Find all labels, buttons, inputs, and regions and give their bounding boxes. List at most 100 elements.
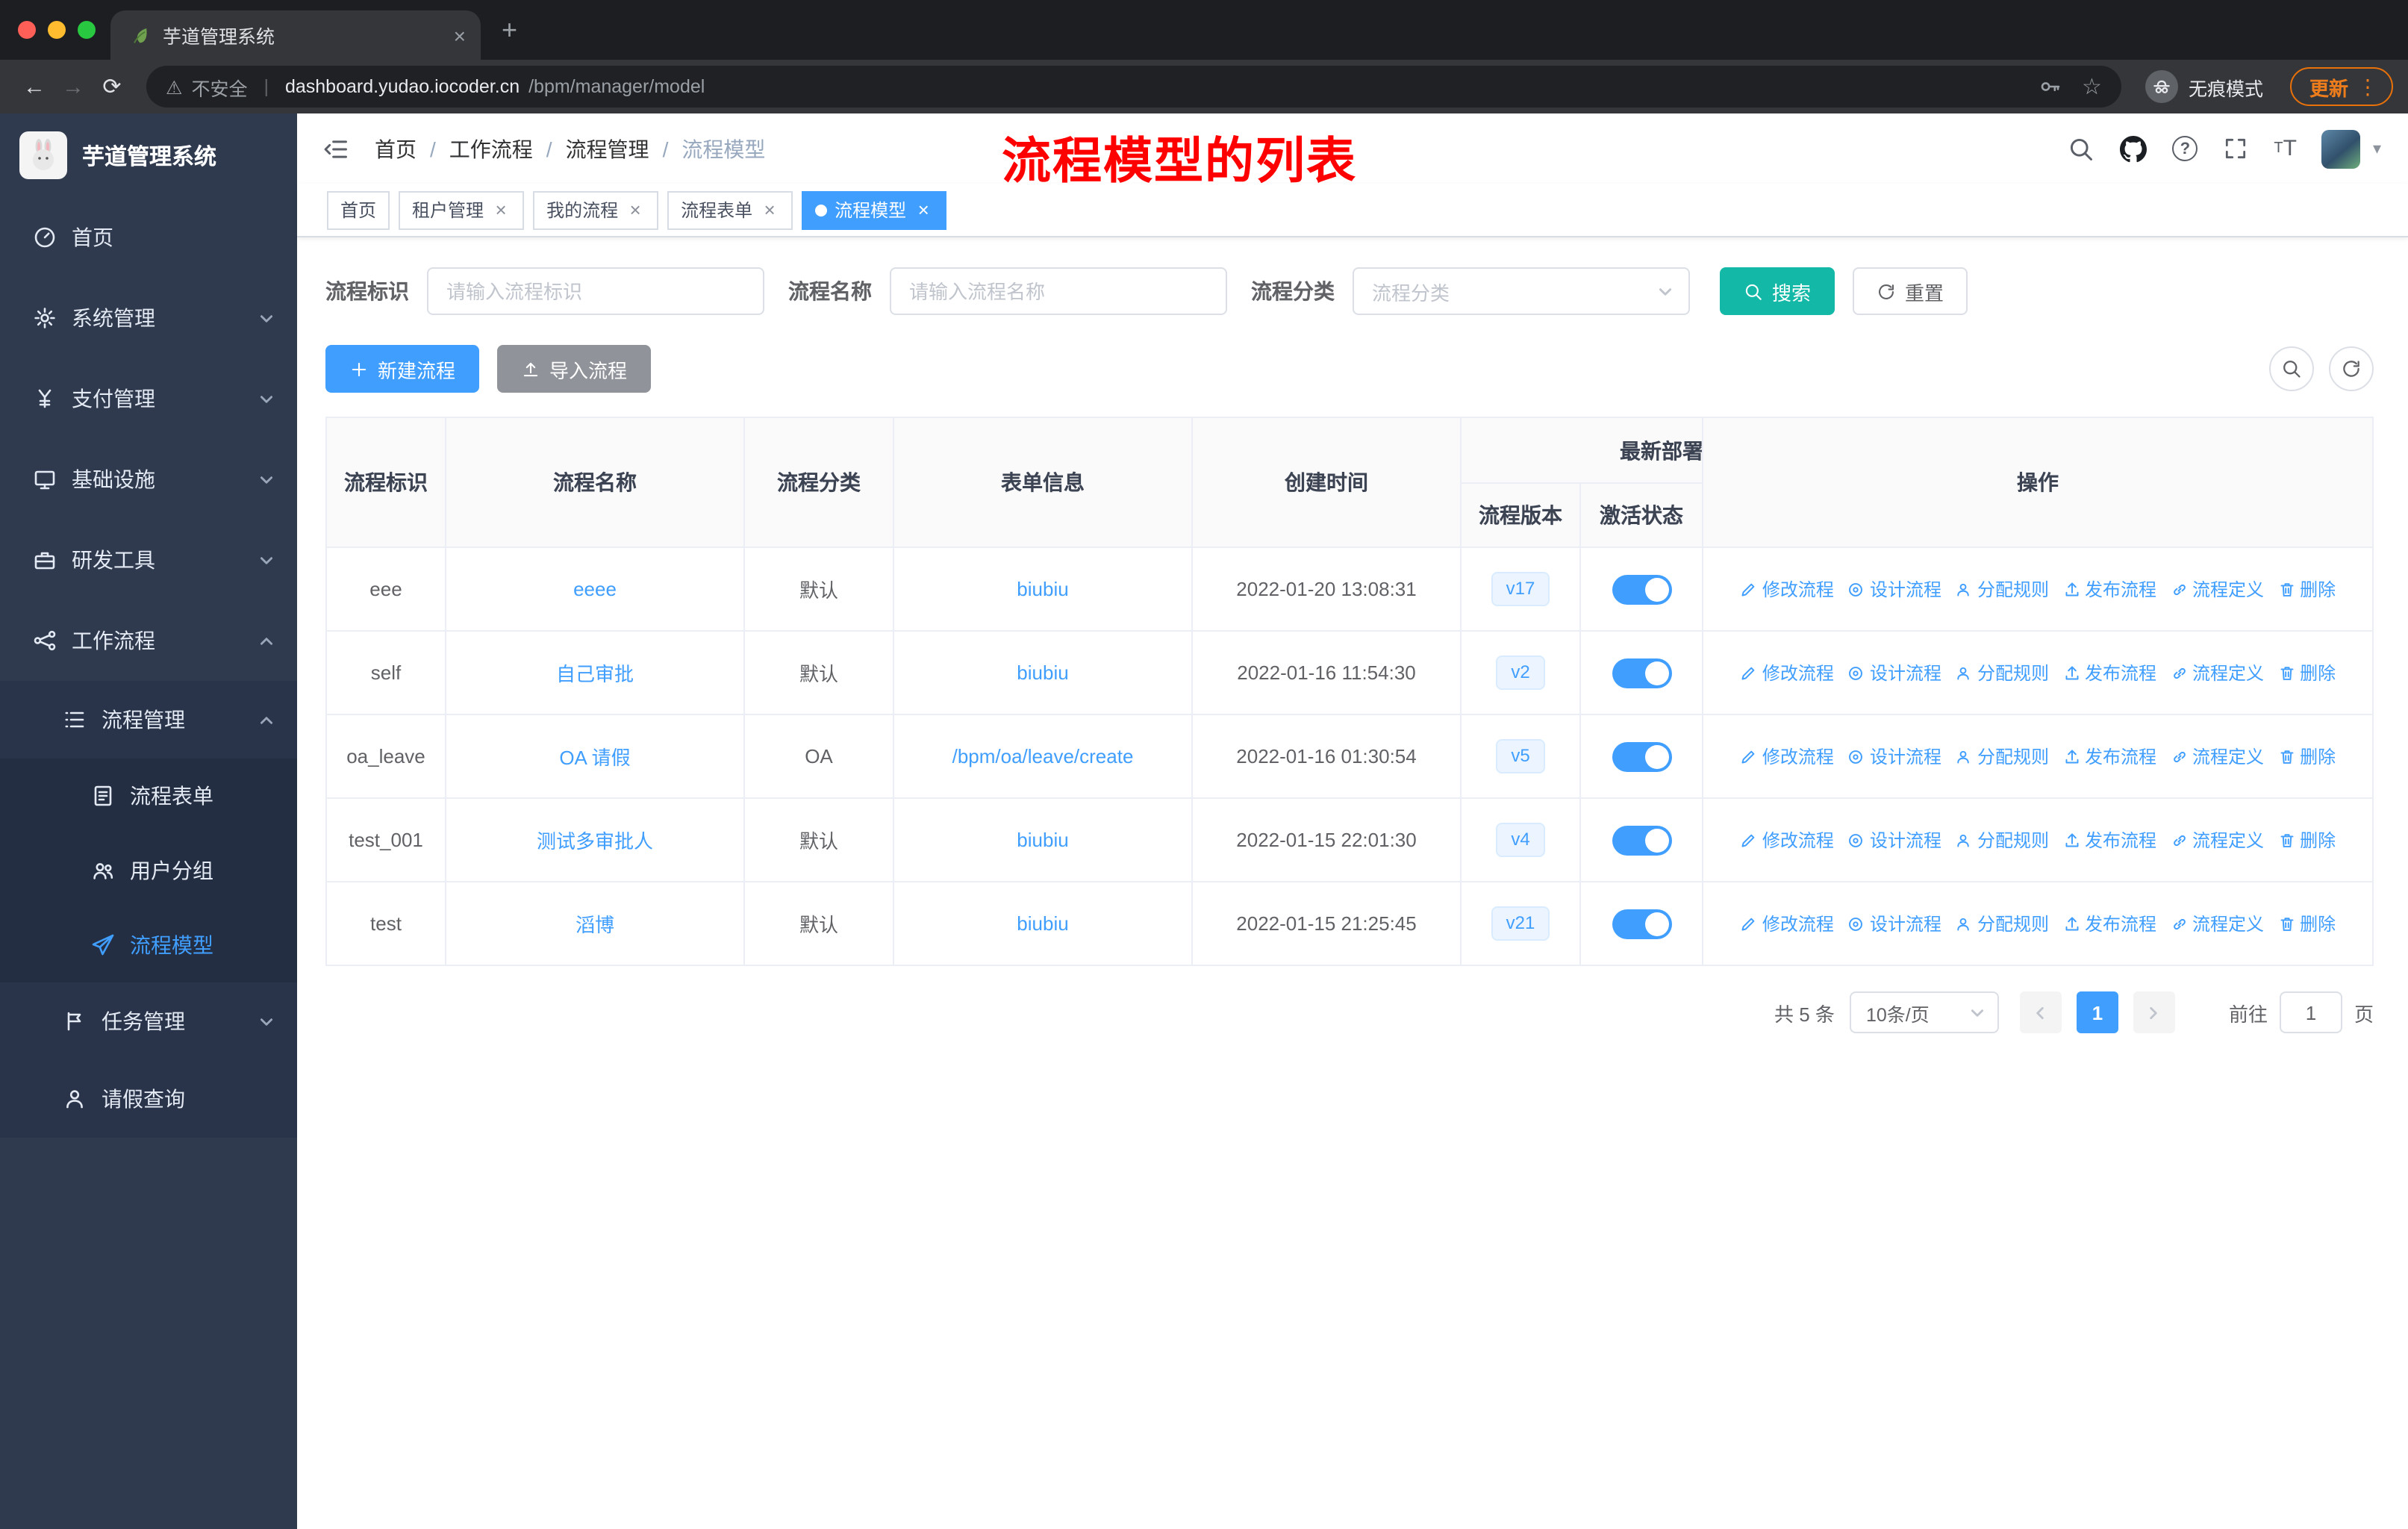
action-design-process[interactable]: 设计流程 [1847,576,1941,602]
process-key-input[interactable] [427,267,764,315]
bookmark-star-icon[interactable]: ☆ [2082,75,2102,98]
action-publish-process[interactable]: 发布流程 [2062,576,2156,602]
forward-icon[interactable]: → [54,74,93,99]
active-toggle[interactable] [1612,825,1671,855]
next-page-button[interactable] [2133,991,2175,1033]
font-size-icon[interactable]: TT [2274,136,2297,161]
active-toggle[interactable] [1612,658,1671,688]
breadcrumb-item[interactable]: 工作流程 [449,134,533,164]
action-design-process[interactable]: 设计流程 [1847,660,1941,685]
sidebar-item-process-form[interactable]: 流程表单 [0,759,297,833]
breadcrumb-item[interactable]: 首页 [375,134,417,164]
action-publish-process[interactable]: 发布流程 [2062,827,2156,853]
form-info-link[interactable]: biubiu [1017,578,1068,600]
action-assign-rule[interactable]: 分配规则 [1955,744,2049,769]
page-size-select[interactable]: 10条/页 [1849,991,1999,1033]
process-name-link[interactable]: 测试多审批人 [537,830,653,853]
back-icon[interactable]: ← [15,74,54,99]
fullscreen-icon[interactable] [2223,136,2248,161]
form-info-link[interactable]: biubiu [1017,912,1068,935]
update-browser-button[interactable]: 更新 ⋮ [2289,67,2393,106]
action-process-definition[interactable]: 流程定义 [2170,576,2264,602]
action-process-definition[interactable]: 流程定义 [2170,827,2264,853]
sidebar-item-user-group[interactable]: 用户分组 [0,833,297,908]
sidebar-item-process-management[interactable]: 流程管理 [0,681,297,759]
zoom-window-button[interactable] [78,21,96,39]
security-label[interactable]: 不安全 [191,72,247,101]
breadcrumb-item[interactable]: 流程管理 [566,134,649,164]
search-button[interactable]: 搜索 [1720,267,1835,315]
refresh-icon[interactable] [2329,346,2374,391]
password-key-icon[interactable] [2037,75,2061,99]
action-publish-process[interactable]: 发布流程 [2062,744,2156,769]
action-design-process[interactable]: 设计流程 [1847,827,1941,853]
action-edit-process[interactable]: 修改流程 [1740,576,1834,602]
tag-my-process[interactable]: 我的流程 × [533,190,659,229]
form-info-link[interactable]: biubiu [1017,829,1068,851]
action-process-definition[interactable]: 流程定义 [2170,744,2264,769]
action-assign-rule[interactable]: 分配规则 [1955,660,2049,685]
action-assign-rule[interactable]: 分配规则 [1955,911,2049,936]
tag-tenant[interactable]: 租户管理 × [399,190,525,229]
sidebar-item-process-model[interactable]: 流程模型 [0,908,297,983]
active-toggle[interactable] [1612,741,1671,771]
action-edit-process[interactable]: 修改流程 [1740,660,1834,685]
form-info-link[interactable]: /bpm/oa/leave/create [952,745,1134,767]
action-process-definition[interactable]: 流程定义 [2170,660,2264,685]
tag-close-icon[interactable]: × [914,200,933,219]
user-avatar[interactable] [2321,129,2361,168]
browser-tab[interactable]: 芋道管理系统 × [110,10,481,60]
sidebar-item-task-management[interactable]: 任务管理 [0,983,297,1060]
action-edit-process[interactable]: 修改流程 [1740,744,1834,769]
category-select[interactable]: 流程分类 [1353,267,1690,315]
app-logo[interactable]: 芋道管理系统 [0,113,297,197]
search-icon[interactable] [2068,135,2094,162]
action-delete[interactable]: 删除 [2277,576,2336,602]
sidebar-item-home[interactable]: 首页 [0,197,297,278]
action-delete[interactable]: 删除 [2277,660,2336,685]
sidebar-fold-icon[interactable] [322,135,349,162]
action-assign-rule[interactable]: 分配规则 [1955,827,2049,853]
active-toggle[interactable] [1612,909,1671,938]
goto-page-input[interactable] [2279,991,2342,1033]
sidebar-item-workflow[interactable]: 工作流程 [0,600,297,681]
tag-process-model[interactable]: 流程模型 × [802,190,947,229]
create-process-button[interactable]: 新建流程 [325,345,480,393]
action-edit-process[interactable]: 修改流程 [1740,911,1834,936]
action-process-definition[interactable]: 流程定义 [2170,911,2264,936]
active-toggle[interactable] [1612,574,1671,604]
prev-page-button[interactable] [2019,991,2062,1033]
action-delete[interactable]: 删除 [2277,827,2336,853]
avatar-caret-icon[interactable]: ▾ [2373,139,2381,158]
action-design-process[interactable]: 设计流程 [1847,744,1941,769]
sidebar-item-devtools[interactable]: 研发工具 [0,520,297,600]
sidebar-item-infrastructure[interactable]: 基础设施 [0,439,297,520]
toggle-search-icon[interactable] [2269,346,2314,391]
browser-menu-icon[interactable]: ⋮ [2357,74,2378,99]
action-publish-process[interactable]: 发布流程 [2062,660,2156,685]
sidebar-item-system[interactable]: 系统管理 [0,278,297,358]
form-info-link[interactable]: biubiu [1017,661,1068,684]
github-icon[interactable] [2120,135,2147,162]
tag-process-form[interactable]: 流程表单 × [667,190,793,229]
process-name-input[interactable] [890,267,1227,315]
action-publish-process[interactable]: 发布流程 [2062,911,2156,936]
minimize-window-button[interactable] [48,21,66,39]
process-name-link[interactable]: 自己审批 [556,663,634,685]
tab-close-icon[interactable]: × [454,25,466,46]
tag-close-icon[interactable]: × [760,200,779,219]
address-bar[interactable]: ⚠ 不安全 | dashboard.yudao.iocoder.cn/bpm/m… [146,66,2121,108]
import-process-button[interactable]: 导入流程 [497,345,652,393]
new-tab-button[interactable]: + [502,15,517,45]
action-delete[interactable]: 删除 [2277,911,2336,936]
current-page-button[interactable]: 1 [2076,991,2118,1033]
reload-icon[interactable]: ⟳ [93,73,131,100]
action-delete[interactable]: 删除 [2277,744,2336,769]
tag-home[interactable]: 首页 [327,190,390,229]
sidebar-item-leave-query[interactable]: 请假查询 [0,1060,297,1138]
process-name-link[interactable]: 滔博 [576,914,614,936]
close-window-button[interactable] [18,21,36,39]
tag-close-icon[interactable]: × [491,200,511,219]
reset-button[interactable]: 重置 [1853,267,1968,315]
process-name-link[interactable]: OA 请假 [559,747,630,769]
